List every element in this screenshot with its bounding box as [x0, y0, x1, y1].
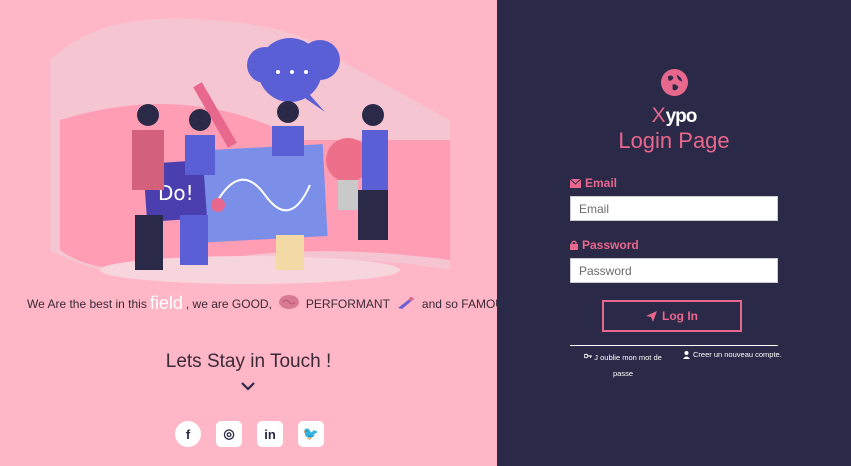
tagline-highlight: field [149, 293, 183, 313]
email-field[interactable] [570, 196, 778, 221]
globe-icon [660, 68, 689, 97]
instagram-icon[interactable]: ◎ [216, 421, 242, 447]
login-button-label: Log In [662, 309, 698, 323]
tagline-part-4: and so FAMOUS [421, 296, 497, 311]
stay-in-touch-heading: Lets Stay in Touch ! [165, 351, 332, 372]
forgot-password-link[interactable]: J oublie mon mot de passe [578, 350, 668, 382]
left-panel: Do! We Are the best in this field , we a… [0, 0, 497, 466]
tagline-part-2: , we are GOOD, [185, 296, 272, 311]
paper-plane-icon [646, 310, 657, 322]
tagline-part-1: We Are the best in this [27, 296, 147, 311]
password-field[interactable] [570, 258, 778, 283]
key-icon [583, 353, 593, 359]
password-label-text: Password [582, 238, 639, 252]
linkedin-icon[interactable]: in [257, 421, 283, 447]
divider [570, 345, 778, 346]
login-button[interactable]: Log In [602, 300, 742, 332]
brand-ypo: ypo [665, 106, 698, 127]
envelope-icon [570, 178, 581, 188]
brand-x: X [651, 104, 666, 127]
create-account-link[interactable]: Creer un nouveau compte. [683, 350, 782, 359]
team-illustration: Do! [50, 18, 450, 284]
email-label-text: Email [585, 176, 618, 190]
rocket-icon [396, 294, 416, 313]
forgot-password-text: J oublie mon mot de passe [594, 353, 662, 378]
brain-icon [278, 294, 300, 313]
brand-logo: Xypo [497, 104, 851, 128]
social-links: f ◎ in 🐦 [175, 421, 324, 447]
lock-icon [570, 240, 578, 250]
tagline: We Are the best in this field , we are G… [27, 293, 497, 314]
chevron-down-icon[interactable] [240, 378, 256, 394]
create-account-text: Creer un nouveau compte. [693, 350, 782, 359]
twitter-icon[interactable]: 🐦 [298, 421, 324, 447]
page-title: Login Page [618, 128, 730, 153]
facebook-icon[interactable]: f [175, 421, 201, 447]
user-icon [683, 350, 690, 359]
tagline-part-3: PERFORMANT [305, 296, 390, 311]
password-label: Password [570, 238, 639, 252]
email-label: Email [570, 176, 617, 190]
